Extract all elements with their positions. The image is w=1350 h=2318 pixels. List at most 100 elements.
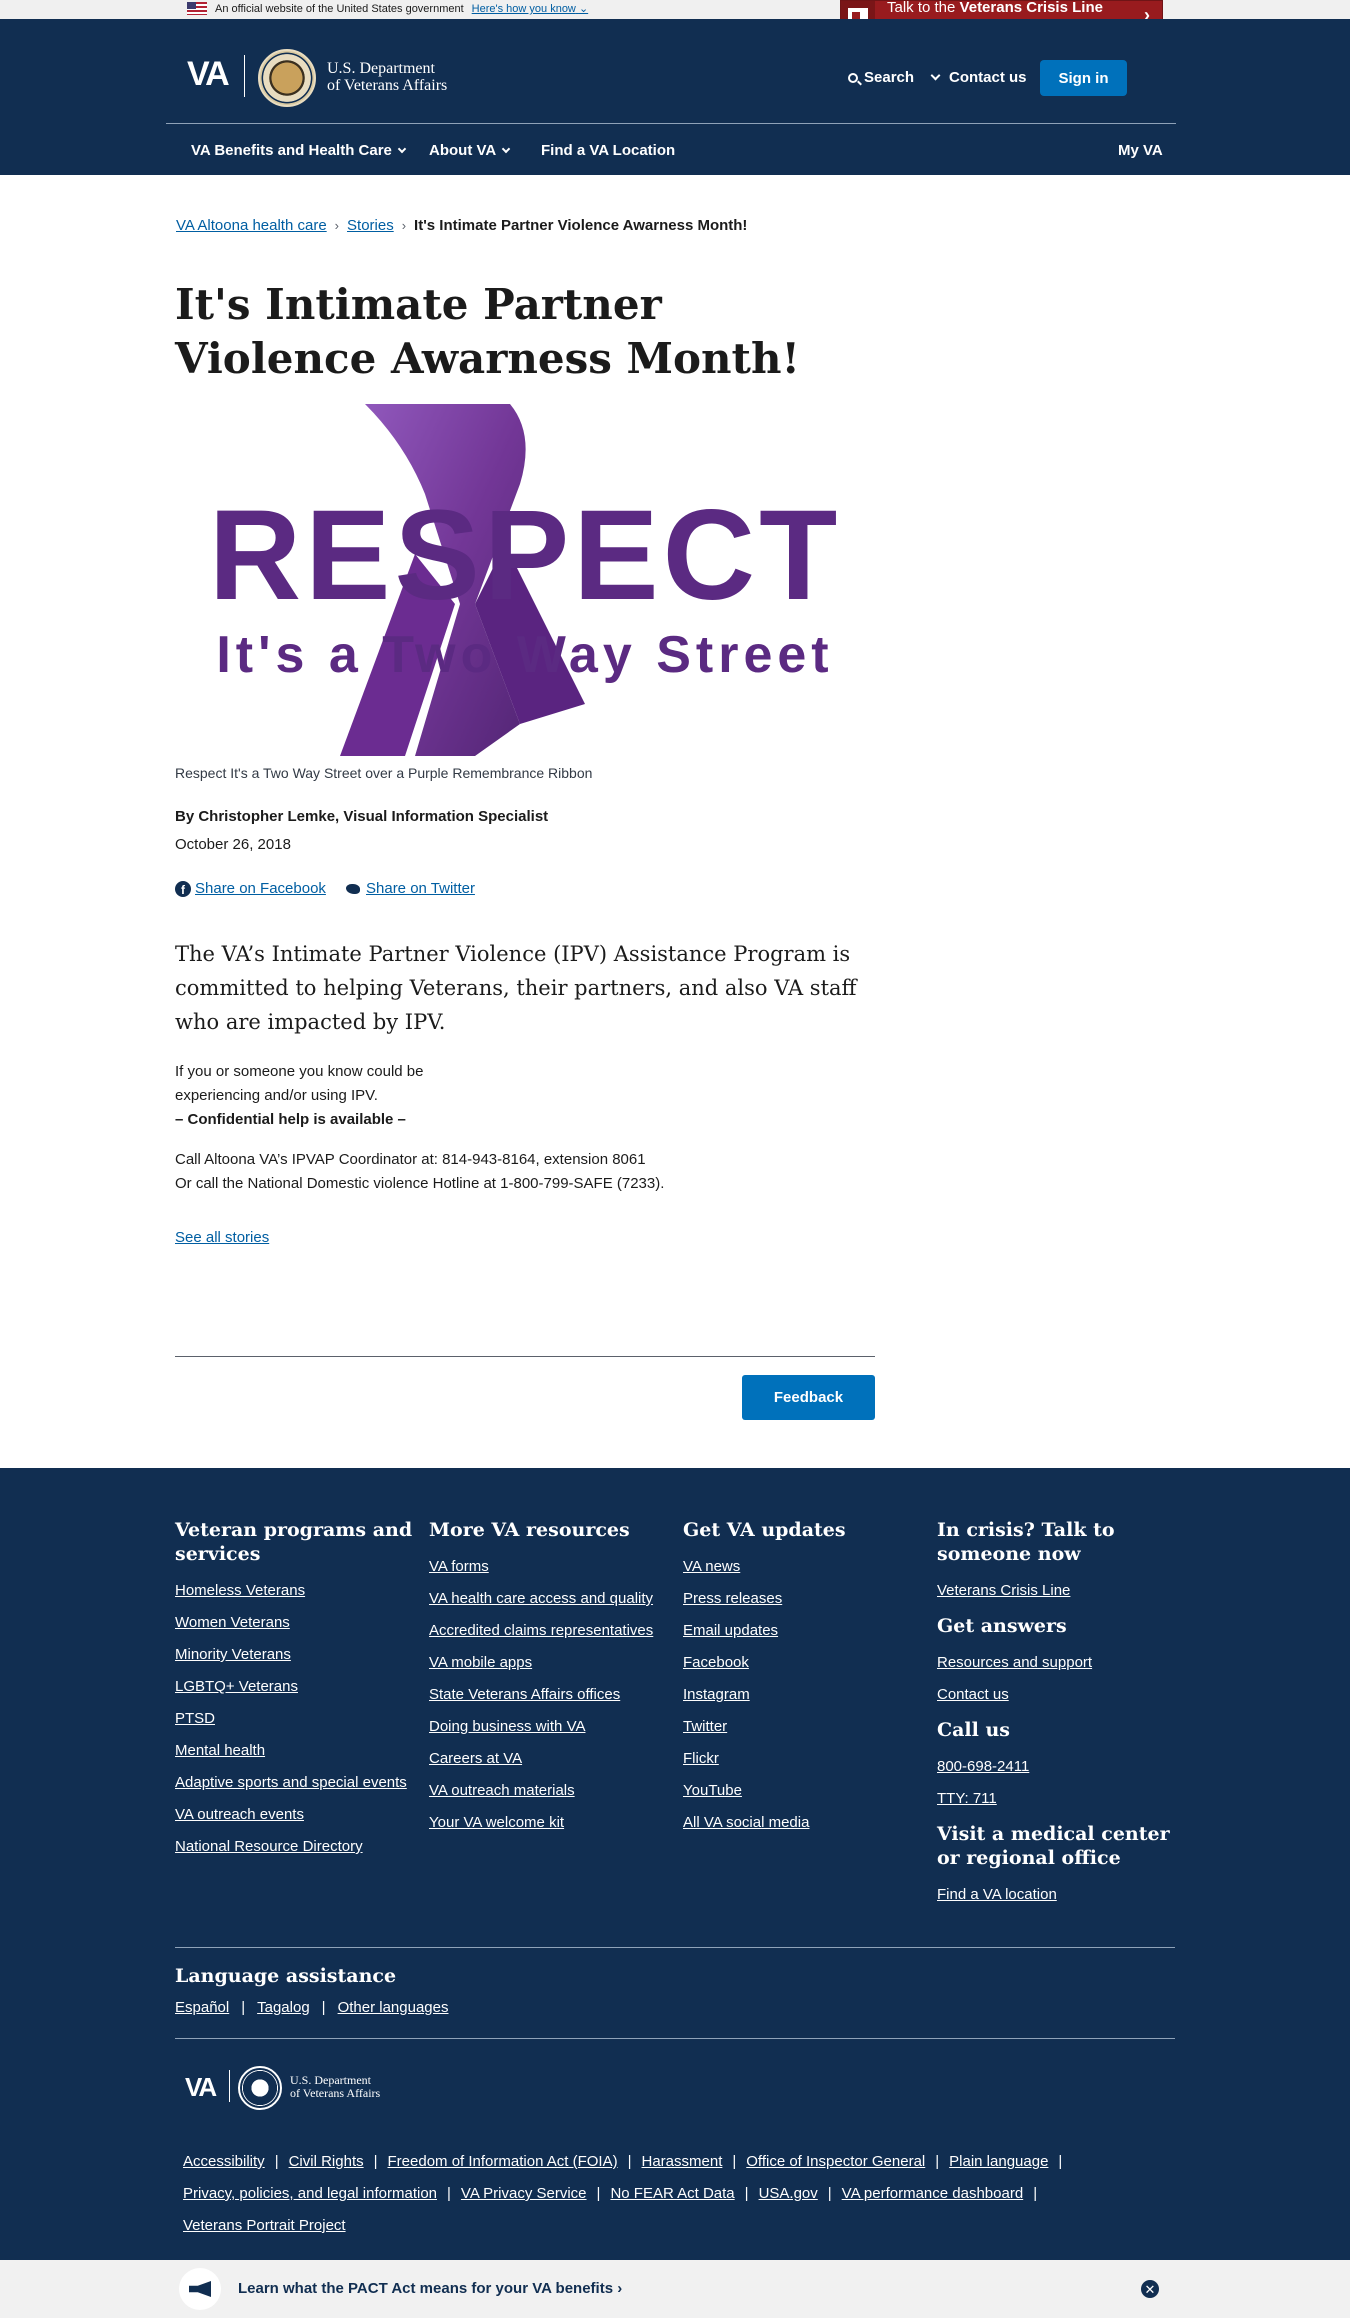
legal-link[interactable]: VA Privacy Service bbox=[461, 2185, 587, 2202]
language-link-spanish[interactable]: Español bbox=[175, 1999, 229, 2016]
footer-link[interactable]: Flickr bbox=[683, 1750, 923, 1768]
footer-link[interactable]: Mental health bbox=[175, 1742, 415, 1760]
breadcrumb: VA Altoona health care › Stories › It's … bbox=[176, 217, 747, 234]
va-logo[interactable]: VA bbox=[187, 55, 230, 94]
footer-link[interactable]: YouTube bbox=[683, 1782, 923, 1800]
nav-find-va-location[interactable]: Find a VA Location bbox=[541, 142, 675, 159]
legal-link[interactable]: USA.gov bbox=[759, 2185, 818, 2202]
legal-link[interactable]: No FEAR Act Data bbox=[610, 2185, 734, 2202]
facebook-icon: f bbox=[175, 880, 191, 897]
footer-link[interactable]: Women Veterans bbox=[175, 1614, 415, 1632]
va-seal-icon[interactable] bbox=[258, 49, 316, 107]
footer-link[interactable]: Careers at VA bbox=[429, 1750, 669, 1768]
footer-link[interactable]: National Resource Directory bbox=[175, 1838, 415, 1856]
footer-link[interactable]: VA outreach events bbox=[175, 1806, 415, 1824]
footer-link[interactable]: VA mobile apps bbox=[429, 1654, 669, 1672]
sign-in-button[interactable]: Sign in bbox=[1040, 60, 1127, 96]
legal-links: Accessibility | Civil Rights | Freedom of In… bbox=[183, 2153, 1063, 2234]
legal-link[interactable]: Harassment bbox=[642, 2153, 723, 2170]
image-headline: RESPECT bbox=[209, 484, 842, 627]
legal-link[interactable]: Privacy, policies, and legal information bbox=[183, 2185, 437, 2202]
footer-link[interactable]: Email updates bbox=[683, 1622, 923, 1640]
legal-link[interactable]: Accessibility bbox=[183, 2153, 265, 2170]
footer-heading: Get VA updates bbox=[683, 1519, 846, 1541]
footer-link[interactable]: Contact us bbox=[937, 1686, 1177, 1704]
breadcrumb-link-altoona[interactable]: VA Altoona health care bbox=[176, 217, 327, 234]
footer-divider bbox=[175, 2038, 1175, 2039]
header-divider bbox=[166, 123, 1176, 124]
legal-link[interactable]: Office of Inspector General bbox=[746, 2153, 925, 2170]
footer-link[interactable]: Facebook bbox=[683, 1654, 923, 1672]
share-facebook-link[interactable]: f Share on Facebook bbox=[175, 880, 326, 897]
pact-act-link[interactable]: Learn what the PACT Act means for your V… bbox=[238, 2280, 622, 2297]
see-all-stories-link[interactable]: See all stories bbox=[175, 1229, 269, 1246]
footer-link[interactable]: 800-698-2411 bbox=[937, 1758, 1177, 1776]
footer-link[interactable]: Accredited claims representatives bbox=[429, 1622, 669, 1640]
legal-link[interactable]: Veterans Portrait Project bbox=[183, 2217, 346, 2234]
footer-link[interactable]: All VA social media bbox=[683, 1814, 923, 1832]
footer-link[interactable]: LGBTQ+ Veterans bbox=[175, 1678, 415, 1696]
footer-divider bbox=[175, 1947, 1175, 1948]
publish-date: October 26, 2018 bbox=[175, 836, 291, 853]
article-paragraph: Call Altoona VA’s IPVAP Coordinator at: … bbox=[175, 1151, 665, 1192]
footer-heading: Veteran programs and services bbox=[175, 1519, 413, 1565]
byline: By Christopher Lemke, Visual Information… bbox=[175, 808, 549, 825]
footer-link[interactable]: VA news bbox=[683, 1558, 923, 1576]
page-title: It's Intimate Partner Violence Awarness … bbox=[175, 280, 800, 383]
footer-link[interactable]: VA outreach materials bbox=[429, 1782, 669, 1800]
footer-link[interactable]: Find a VA location bbox=[937, 1886, 1177, 1904]
nav-my-va[interactable]: My VA bbox=[1118, 142, 1163, 159]
footer-heading: More VA resources bbox=[429, 1519, 630, 1541]
legal-link[interactable]: Freedom of Information Act (FOIA) bbox=[388, 2153, 618, 2170]
breadcrumb-current: It's Intimate Partner Violence Awarness … bbox=[414, 217, 748, 234]
va-seal-icon bbox=[238, 2066, 282, 2110]
us-flag-icon bbox=[187, 2, 207, 15]
footer-link[interactable]: State Veterans Affairs offices bbox=[429, 1686, 669, 1704]
contact-us-link[interactable]: Contact us bbox=[949, 69, 1027, 86]
footer-link[interactable]: Veterans Crisis Line bbox=[937, 1582, 1177, 1600]
footer-link[interactable]: Press releases bbox=[683, 1590, 923, 1608]
footer-link[interactable]: PTSD bbox=[175, 1710, 415, 1728]
footer-link[interactable]: Twitter bbox=[683, 1718, 923, 1736]
footer-col-updates: Get VA updates VA news Press releases Em… bbox=[683, 1518, 923, 1846]
footer-link[interactable]: Your VA welcome kit bbox=[429, 1814, 669, 1832]
nav-about-va[interactable]: About VA bbox=[429, 142, 511, 159]
pact-act-banner: Learn what the PACT Act means for your V… bbox=[0, 2260, 1350, 2318]
language-link-other[interactable]: Other languages bbox=[338, 1999, 449, 2016]
close-icon[interactable]: ✕ bbox=[1141, 2280, 1159, 2298]
image-tagline: It's a Two Way Street bbox=[216, 626, 833, 684]
language-link-tagalog[interactable]: Tagalog bbox=[257, 1999, 310, 2016]
footer-link[interactable]: Adaptive sports and special events bbox=[175, 1774, 415, 1792]
footer-link[interactable]: Resources and support bbox=[937, 1654, 1177, 1672]
legal-link[interactable]: VA performance dashboard bbox=[842, 2185, 1024, 2202]
footer-link[interactable]: Minority Veterans bbox=[175, 1646, 415, 1664]
image-caption: Respect It's a Two Way Street over a Pur… bbox=[175, 765, 593, 781]
nav-benefits-health-care[interactable]: VA Benefits and Health Care bbox=[191, 142, 407, 159]
legal-link[interactable]: Civil Rights bbox=[289, 2153, 364, 2170]
content-divider bbox=[175, 1356, 875, 1357]
respect-ribbon-image: RESPECT It's a Two Way Street bbox=[175, 404, 875, 756]
feedback-button[interactable]: Feedback bbox=[742, 1375, 875, 1420]
footer-link[interactable]: Doing business with VA bbox=[429, 1718, 669, 1736]
footer-link[interactable]: Homeless Veterans bbox=[175, 1582, 415, 1600]
article-paragraph: If you or someone you know could be expe… bbox=[175, 1063, 424, 1128]
footer-link[interactable]: Instagram bbox=[683, 1686, 923, 1704]
footer-link[interactable]: TTY: 711 bbox=[937, 1790, 1177, 1808]
legal-link[interactable]: Plain language bbox=[949, 2153, 1048, 2170]
breadcrumb-link-stories[interactable]: Stories bbox=[347, 217, 394, 234]
breadcrumb-separator: › bbox=[401, 218, 407, 233]
footer-link[interactable]: VA forms bbox=[429, 1558, 669, 1576]
share-twitter-link[interactable]: Share on Twitter bbox=[345, 880, 475, 897]
heres-how-you-know-link[interactable]: Here's how you know ⌄ bbox=[472, 2, 589, 15]
department-name[interactable]: U.S. Department of Veterans Affairs bbox=[327, 60, 447, 94]
footer-col-programs: Veteran programs and services Homeless V… bbox=[175, 1518, 415, 1870]
footer-va-logo[interactable]: VA bbox=[185, 2072, 217, 2103]
search-button[interactable]: Search bbox=[848, 69, 941, 86]
footer-link[interactable]: VA health care access and quality bbox=[429, 1590, 669, 1608]
language-links: Español | Tagalog | Other languages bbox=[175, 1999, 449, 2016]
footer-col-resources: More VA resources VA forms VA health car… bbox=[429, 1518, 669, 1846]
chevron-down-icon: ⌄ bbox=[578, 3, 589, 15]
official-site-text: An official website of the United States… bbox=[215, 2, 464, 15]
footer-heading: In crisis? Talk to someone now bbox=[937, 1519, 1115, 1565]
chevron-down-icon bbox=[501, 144, 511, 153]
